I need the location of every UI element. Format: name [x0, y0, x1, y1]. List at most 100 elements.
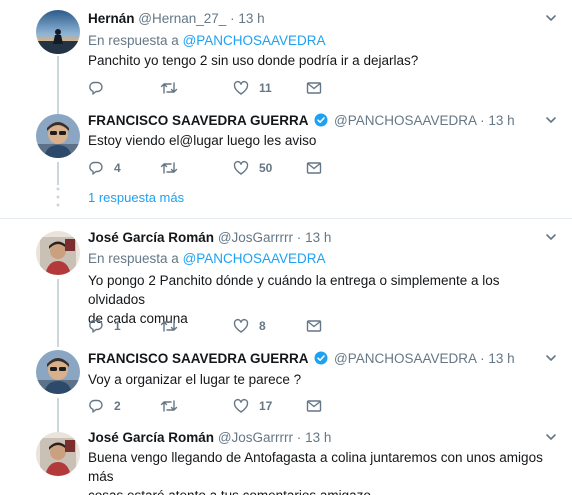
thread-continuation-dots: [56, 187, 60, 207]
reply-button[interactable]: 1: [88, 316, 121, 336]
like-count: 50: [259, 161, 273, 175]
reply-icon: [89, 399, 103, 413]
tweet-jose-1[interactable]: José García Román @JosGarrrrr · 13 h En …: [0, 219, 572, 347]
tweet-text: Estoy viendo el@lugar luego les aviso: [88, 133, 317, 148]
reply-context: En respuesta a @PANCHOSAAVEDRA: [88, 33, 326, 48]
separator-dot: ·: [480, 113, 485, 128]
like-button[interactable]: 50: [233, 158, 272, 178]
verified-badge-icon: [314, 113, 328, 127]
like-count: 8: [259, 319, 266, 333]
user-handle[interactable]: @PANCHOSAAVEDRA: [334, 113, 476, 128]
timestamp[interactable]: 13 h: [305, 230, 331, 245]
tweet-actions: 1 8: [88, 316, 388, 336]
reply-prefix: En respuesta a: [88, 251, 179, 266]
reply-icon: [89, 161, 103, 175]
chevron-down-icon[interactable]: [544, 351, 558, 365]
tweet-text-line: Yo pongo 2 Panchito dónde y cuándo la en…: [88, 273, 500, 307]
display-name[interactable]: José García Román: [88, 230, 214, 245]
separator-dot: ·: [230, 11, 235, 26]
display-name[interactable]: José García Román: [88, 430, 214, 445]
timestamp[interactable]: 13 h: [305, 430, 331, 445]
retweet-button[interactable]: [160, 158, 188, 178]
avatar-jose[interactable]: [36, 432, 80, 476]
reply-icon: [89, 81, 103, 95]
tweet-hernan[interactable]: Hernán @Hernan_27_ · 13 h En respuesta a…: [0, 0, 572, 116]
direct-message-button[interactable]: [306, 78, 322, 98]
tweet-jose-2[interactable]: José García Román @JosGarrrrr · 13 h Bue…: [0, 425, 572, 495]
direct-message-button[interactable]: [306, 316, 322, 336]
reply-count: 1: [114, 319, 121, 333]
chevron-down-icon[interactable]: [544, 430, 558, 444]
thread-line: [57, 56, 59, 116]
user-handle[interactable]: @JosGarrrrr: [218, 230, 293, 245]
reply-button[interactable]: [88, 78, 114, 98]
reply-prefix: En respuesta a: [88, 33, 179, 48]
separator-dot: ·: [296, 430, 302, 445]
retweet-button[interactable]: [160, 78, 188, 98]
tweet-text: Panchito yo tengo 2 sin uso donde podría…: [88, 53, 419, 68]
tweet-actions: 2 17: [88, 396, 388, 416]
tweet-header: José García Román @JosGarrrrr · 13 h: [88, 430, 331, 445]
reply-mention-link[interactable]: @PANCHOSAAVEDRA: [183, 251, 326, 266]
tweet-actions: 11: [88, 78, 388, 98]
timestamp[interactable]: 13 h: [238, 11, 264, 26]
retweet-icon: [160, 162, 178, 174]
display-name[interactable]: FRANCISCO SAAVEDRA GUERRA: [88, 113, 309, 128]
reply-count: 4: [114, 161, 121, 175]
verified-badge-icon: [314, 351, 328, 365]
like-button[interactable]: 11: [233, 78, 272, 98]
user-handle[interactable]: @PANCHOSAAVEDRA: [334, 351, 476, 366]
tweet-header: FRANCISCO SAAVEDRA GUERRA @PANCHOSAAVEDR…: [88, 351, 515, 366]
retweet-button[interactable]: [160, 316, 188, 336]
thread-line: [57, 162, 59, 185]
chevron-down-icon[interactable]: [544, 113, 558, 127]
reply-count: 2: [114, 399, 121, 413]
retweet-button[interactable]: [160, 396, 188, 416]
envelope-icon: [306, 320, 322, 332]
reply-context: En respuesta a @PANCHOSAAVEDRA: [88, 251, 326, 266]
retweet-icon: [160, 400, 178, 412]
reply-button[interactable]: 4: [88, 158, 121, 178]
tweet-francisco-2[interactable]: FRANCISCO SAAVEDRA GUERRA @PANCHOSAAVEDR…: [0, 341, 572, 436]
separator-dot: ·: [480, 351, 485, 366]
tweet-francisco-1[interactable]: FRANCISCO SAAVEDRA GUERRA @PANCHOSAAVEDR…: [0, 110, 572, 185]
tweet-header: José García Román @JosGarrrrr · 13 h: [88, 230, 331, 245]
separator-dot: ·: [296, 230, 302, 245]
reply-button[interactable]: 2: [88, 396, 121, 416]
retweet-icon: [160, 320, 178, 332]
envelope-icon: [306, 82, 322, 94]
avatar-francisco[interactable]: [36, 114, 80, 158]
like-button[interactable]: 8: [233, 316, 266, 336]
tweet-text: Voy a organizar el lugar te parece ?: [88, 372, 302, 387]
avatar-jose[interactable]: [36, 231, 80, 275]
heart-icon: [233, 318, 249, 333]
envelope-icon: [306, 162, 322, 174]
like-button[interactable]: 17: [233, 396, 272, 416]
chevron-down-icon[interactable]: [544, 11, 558, 25]
display-name[interactable]: Hernán: [88, 11, 135, 26]
direct-message-button[interactable]: [306, 396, 322, 416]
avatar-francisco[interactable]: [36, 350, 80, 394]
user-handle[interactable]: @JosGarrrrr: [218, 430, 293, 445]
avatar-hernan[interactable]: [36, 10, 80, 54]
direct-message-button[interactable]: [306, 158, 322, 178]
tweet-text-line: Buena vengo llegando de Antofagasta a co…: [88, 450, 543, 484]
tweet-text: Buena vengo llegando de Antofagasta a co…: [88, 448, 548, 495]
envelope-icon: [306, 400, 322, 412]
display-name[interactable]: FRANCISCO SAAVEDRA GUERRA: [88, 351, 309, 366]
timestamp[interactable]: 13 h: [488, 351, 514, 366]
timestamp[interactable]: 13 h: [488, 113, 514, 128]
chevron-down-icon[interactable]: [544, 230, 558, 244]
like-count: 17: [259, 399, 273, 413]
reply-icon: [89, 319, 103, 333]
like-count: 11: [259, 81, 272, 95]
show-more-replies-link[interactable]: 1 respuesta más: [88, 190, 184, 205]
heart-icon: [233, 398, 249, 413]
heart-icon: [233, 160, 249, 175]
user-handle[interactable]: @Hernan_27_: [138, 11, 226, 26]
thread-line: [57, 279, 59, 347]
tweet-actions: 4 50: [88, 158, 388, 178]
tweet-header: Hernán @Hernan_27_ · 13 h: [88, 11, 265, 26]
retweet-icon: [160, 82, 178, 94]
reply-mention-link[interactable]: @PANCHOSAAVEDRA: [183, 33, 326, 48]
